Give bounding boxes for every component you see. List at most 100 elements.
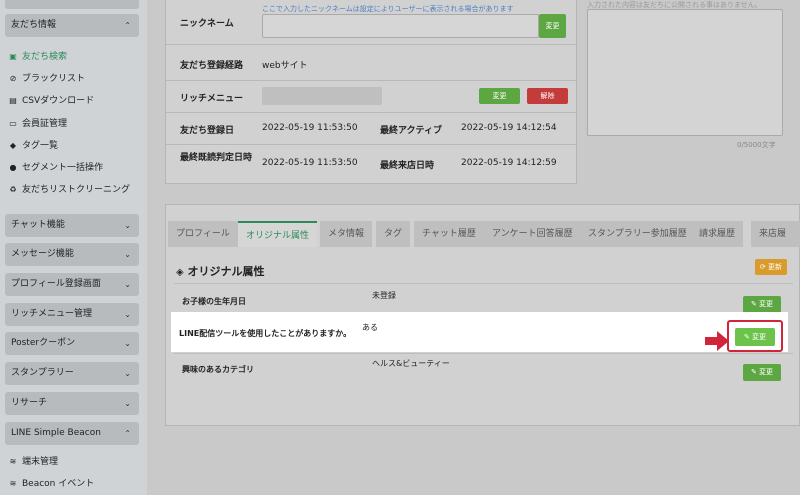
sidebar-item-friend-search[interactable]: ▣ 友だち検索 [7,50,67,64]
sidebar-group-chat[interactable]: チャット機能 ⌄ [5,214,139,237]
attribute-edit-button[interactable]: ✎ 変更 [735,328,775,346]
last-visit-label: 最終来店日時 [380,161,435,171]
row-route: 友だち登録経路 webサイト [166,45,576,81]
tab-original-attributes[interactable]: オリジナル属性 [238,221,318,247]
sidebar-item-device[interactable]: ≋ 端末管理 [7,455,58,469]
sidebar-group-profile[interactable]: プロフィール登録画面 ⌄ [5,273,139,296]
pencil-icon: ✎ [750,300,757,308]
row-nickname: ニックネーム ここで入力したニックネームは設定によりユーザーに表示される場合があ… [166,0,576,45]
tab-visit-history[interactable]: 来店履 [751,221,800,247]
sidebar-item-label: セグメント一括操作 [22,163,104,173]
chevron-up-icon: ⌃ [124,21,131,30]
sidebar-item-segment[interactable]: ● セグメント一括操作 [7,161,104,175]
attribute-label: 興味のあるカテゴリ [182,365,254,374]
section-title: ◈ オリジナル属性 [176,263,265,279]
tab-meta[interactable]: メタ情報 [320,221,373,247]
nickname-hint: ここで入力したニックネームは設定によりユーザーに表示される場合があります [262,5,514,13]
sidebar-item-beacon-event[interactable]: ≋ Beacon イベント [7,477,95,491]
sidebar-group-message[interactable]: メッセージ機能 ⌄ [5,243,139,266]
tag-icon: ◆ [9,141,17,150]
chevron-down-icon: ⌄ [124,250,131,259]
pencil-icon: ✎ [743,333,750,341]
sidebar-item-label: 端末管理 [22,457,59,467]
sidebar-item-cleaning[interactable]: ♻ 友だちリストクリーニング [7,183,130,197]
wifi-icon: ≋ [9,479,17,488]
tab-stamprally-history[interactable]: スタンプラリー参加履歴 [580,221,695,247]
tab-profile[interactable]: プロフィール [168,221,238,247]
attribute-edit-button[interactable]: ✎ 変更 [743,364,781,381]
sidebar-group-label: リッチメニュー管理 [11,309,93,319]
attribute-row-highlighted: LINE配信ツールを使用したことがありますか。 ある ✎ 変更 [171,312,788,352]
chevron-down-icon: ⌄ [124,369,131,378]
nickname-change-button[interactable]: 変更 [539,14,566,38]
sidebar: ⌄ 友だち情報 ⌃ ▣ 友だち検索 ⊘ ブラックリスト ▤ CSVダウンロード ▭ 会員証… [0,0,147,495]
sidebar-group-richmenu[interactable]: リッチメニュー管理 ⌄ [5,303,139,326]
main-content: ニックネーム ここで入力したニックネームは設定によりユーザーに表示される場合があ… [147,0,800,495]
route-label: 友だち登録経路 [180,61,244,71]
richmenu-remove-button[interactable]: 解除 [527,88,568,104]
row-dates-1: 友だち登録日 2022-05-19 11:53:50 最終アクティブ 2022-… [166,113,576,145]
attribute-row: お子様の生年月日 未登録 ✎ 変更 [174,283,793,313]
registered-label: 友だち登録日 [180,126,235,136]
edit-label: 変更 [759,300,774,308]
refresh-icon: ⟳ [759,263,766,271]
sidebar-item-member-card[interactable]: ▭ 会員証管理 [7,117,67,131]
sidebar-group-label: チャット機能 [11,220,65,230]
tab-billing-history[interactable]: 請求履歴 [691,221,744,247]
last-read-label: 最終既読判定日時 [180,153,253,163]
sidebar-item-label: 友だちリストクリーニング [22,185,131,195]
sidebar-group-coupon[interactable]: Posterクーポン ⌄ [5,332,139,355]
tags-icon: ◈ [176,267,184,278]
sidebar-item-csv[interactable]: ▤ CSVダウンロード [7,94,94,108]
attribute-edit-button[interactable]: ✎ 変更 [743,296,781,313]
memo-char-count: 0/5000文字 [737,141,776,149]
last-visit-value: 2022-05-19 14:12:59 [461,158,557,168]
file-icon: ▤ [9,96,17,105]
sidebar-group-label: 友だち情報 [11,20,57,30]
attribute-label: LINE配信ツールを使用したことがありますか。 [179,329,352,338]
sidebar-group-label: メッセージ機能 [11,249,74,259]
card-icon: ▭ [9,119,17,128]
sidebar-item-label: 会員証管理 [22,119,68,129]
refresh-button[interactable]: ⟳ 更新 [754,259,787,275]
sidebar-item-label: タグ一覧 [22,141,59,151]
tab-chat-history[interactable]: チャット履歴 [414,221,484,247]
sidebar-item-label: CSVダウンロード [22,96,95,106]
refresh-label: 更新 [768,263,782,271]
sidebar-group-beacon[interactable]: LINE Simple Beacon ⌃ [5,422,139,445]
chevron-up-icon: ⌃ [124,429,131,438]
sidebar-item-label: Beacon イベント [22,479,95,489]
attribute-value: 未登録 [372,291,396,300]
tab-survey-history[interactable]: アンケート回答履歴 [484,221,581,247]
row-dates-2: 最終既読判定日時 2022-05-19 11:53:50 最終来店日時 2022… [166,145,576,183]
sidebar-item-label: ブラックリスト [22,74,86,84]
friend-info-table: ニックネーム ここで入力したニックネームは設定によりユーザーに表示される場合があ… [165,0,577,184]
chevron-down-icon: ⌄ [124,221,131,230]
pencil-icon: ✎ [750,368,757,376]
route-value: webサイト [262,61,308,71]
edit-label: 変更 [752,333,767,341]
recycle-icon: ♻ [9,185,17,194]
sidebar-group-research[interactable]: リサーチ ⌄ [5,392,139,415]
chevron-down-icon: ⌄ [124,0,131,9]
nickname-input[interactable] [262,14,539,38]
richmenu-change-button[interactable]: 変更 [479,88,520,104]
memo-textarea[interactable] [587,9,783,136]
sidebar-group-top[interactable]: ⌄ [5,0,139,9]
sidebar-group-friends[interactable]: 友だち情報 ⌃ [5,14,139,37]
row-richmenu: リッチメニュー 変更 解除 [166,81,576,113]
sidebar-item-tags[interactable]: ◆ タグ一覧 [7,139,58,153]
last-active-label: 最終アクティブ [380,126,443,136]
tab-tags[interactable]: タグ [376,221,411,247]
user-slash-icon: ⊘ [9,74,17,83]
sidebar-group-label: LINE Simple Beacon [11,428,101,438]
chevron-down-icon: ⌄ [124,310,131,319]
attribute-row: 興味のあるカテゴリ ヘルス&ビューティー ✎ 変更 [174,353,793,383]
sidebar-group-label: リサーチ [11,398,48,408]
sidebar-group-label: Posterクーポン [11,338,76,348]
attribute-value: ある [362,323,378,332]
chevron-down-icon: ⌄ [124,339,131,348]
sidebar-group-stamprally[interactable]: スタンプラリー ⌄ [5,362,139,385]
edit-label: 変更 [759,368,774,376]
sidebar-item-blacklist[interactable]: ⊘ ブラックリスト [7,72,85,86]
